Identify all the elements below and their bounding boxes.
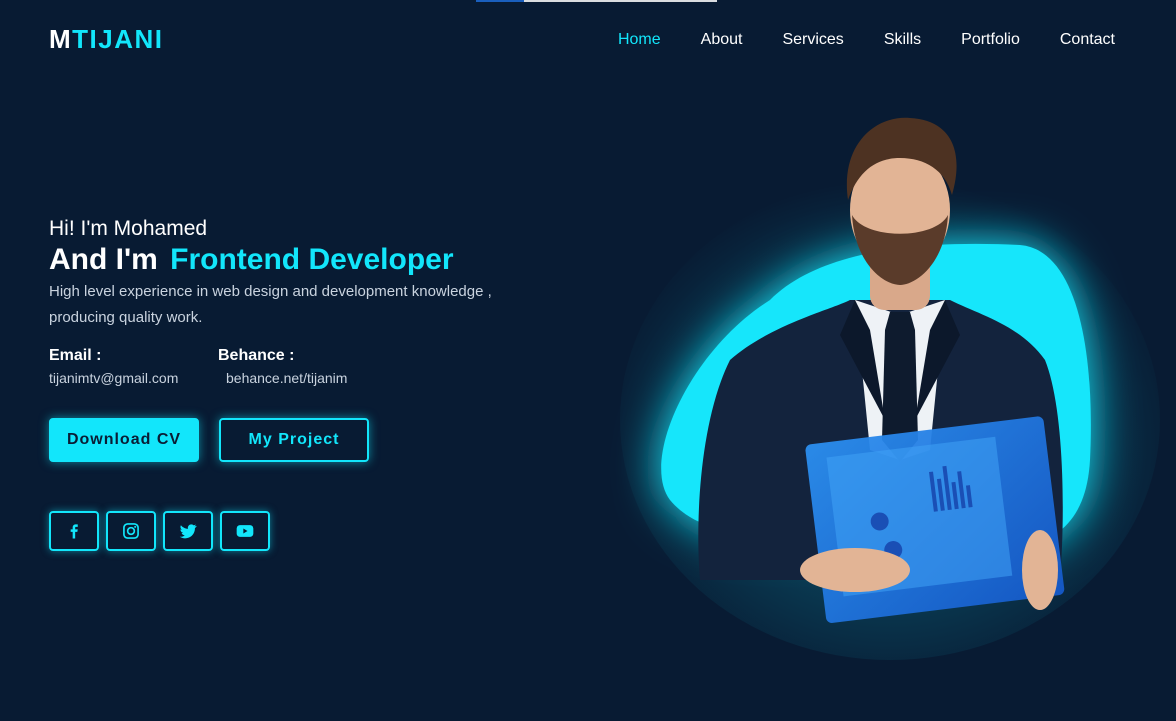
page: MTIJANI Home About Services Skills Portf… [0,0,1176,721]
email-label: Email : [49,347,102,364]
nav-portfolio[interactable]: Portfolio [961,30,1020,50]
nav-about[interactable]: About [701,30,743,50]
twitter-icon [179,524,197,539]
twitter-button[interactable] [163,511,213,551]
behance-value: behance.net/tijanim [226,370,348,386]
main-nav: Home About Services Skills Portfolio Con… [578,30,1115,50]
scrollbar-thumb[interactable] [476,0,524,2]
email-block: Email : tijanimtv@gmail.com [49,347,178,386]
greeting: Hi! I'm Mohamed [49,217,208,240]
nav-home[interactable]: Home [618,30,661,50]
nav-contact[interactable]: Contact [1060,30,1115,50]
download-cv-button[interactable]: Download CV [49,418,199,462]
behance-block: Behance : behance.net/tijanim [218,347,347,386]
role-accent: Frontend Developer [170,243,454,276]
logo-initial: M [49,24,73,54]
youtube-icon [236,525,254,537]
logo-name: TIJANI [72,24,164,54]
role-prefix: And I'm [49,243,158,276]
nav-services[interactable]: Services [782,30,843,50]
role-heading: And I'm Frontend Developer [49,243,454,277]
hero-description: High level experience in web design and … [49,283,492,326]
social-links [49,511,270,551]
youtube-button[interactable] [220,511,270,551]
my-project-button[interactable]: My Project [219,418,369,462]
developer-portrait [620,117,1160,660]
facebook-button[interactable] [49,511,99,551]
facebook-icon [70,524,78,539]
nav-skills[interactable]: Skills [884,30,921,50]
behance-label: Behance : [218,347,295,364]
site-logo[interactable]: MTIJANI [49,24,164,55]
instagram-button[interactable] [106,511,156,551]
email-value: tijanimtv@gmail.com [49,370,179,386]
instagram-icon [123,523,139,539]
scrollbar[interactable] [476,0,717,2]
